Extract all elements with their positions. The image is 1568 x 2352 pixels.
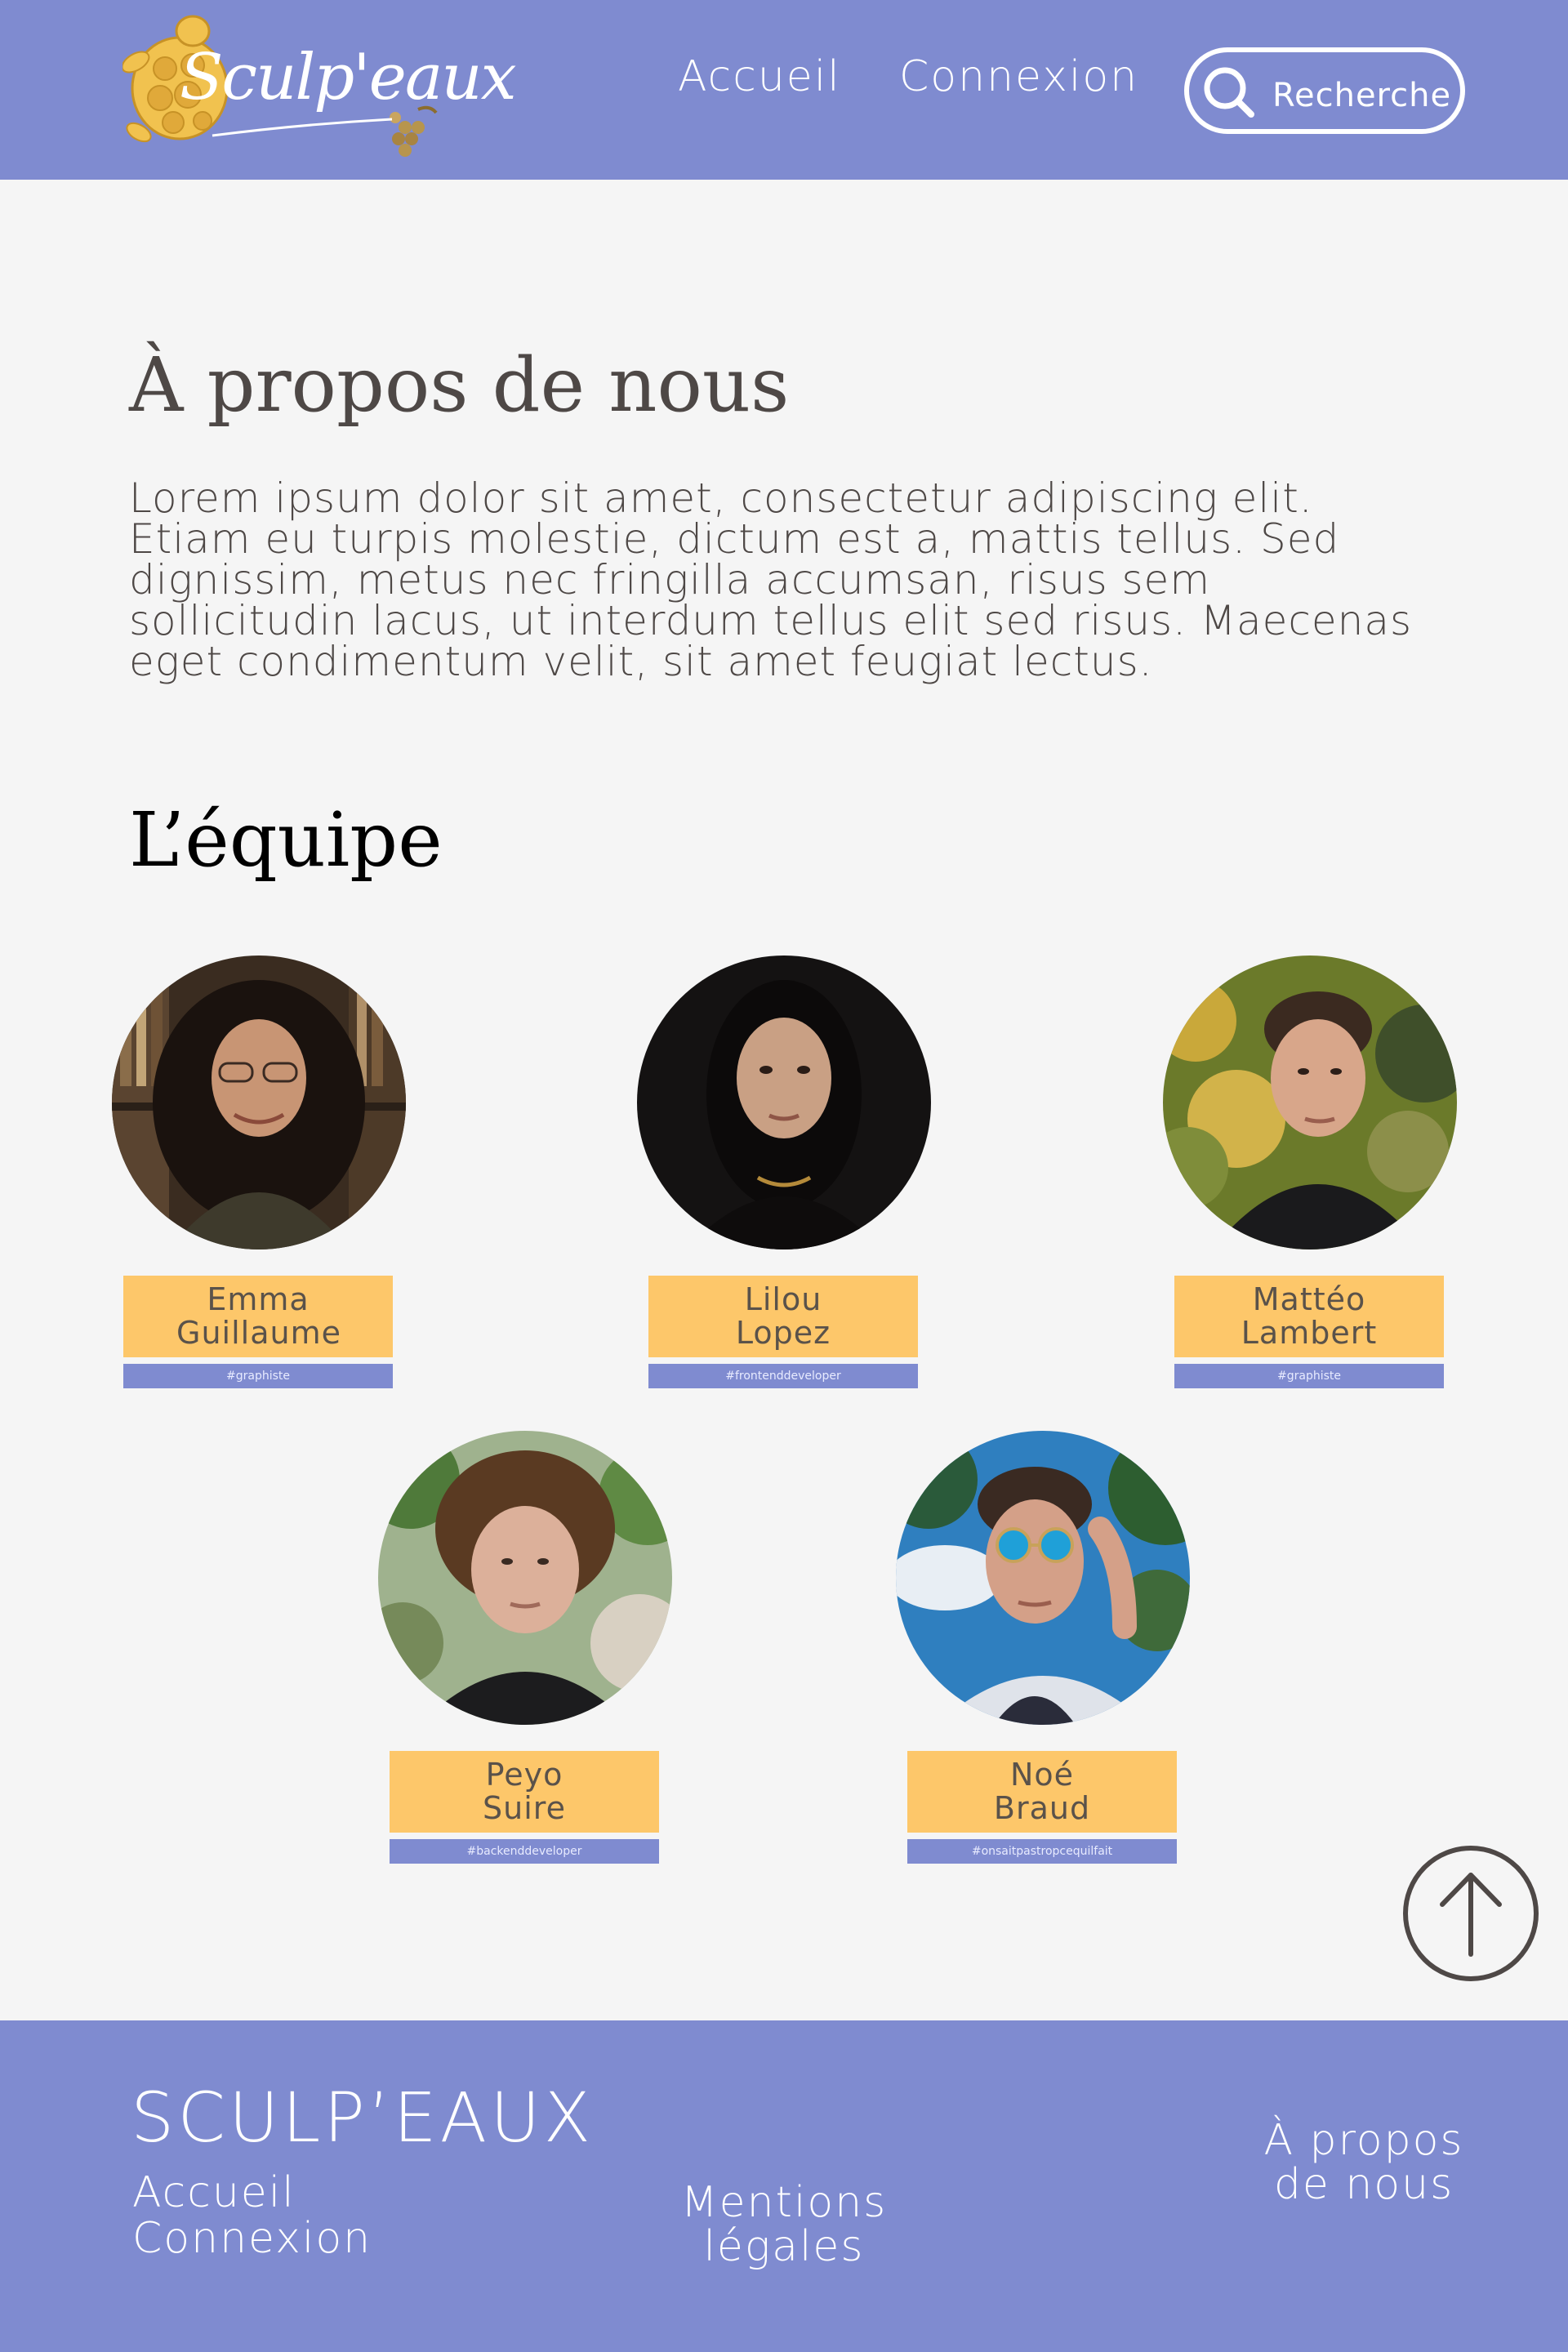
search-placeholder: Recherche (1272, 77, 1452, 114)
search-icon (1204, 67, 1254, 118)
tag-box-lilou: #frontenddeveloper (648, 1364, 918, 1388)
avatar-peyo (378, 1431, 672, 1725)
name-box-peyo: Peyo Suire (390, 1751, 659, 1833)
team-member-noe: Noé Braud #onsaitpastropcequilfait (896, 1431, 1190, 1904)
member-tag: #backenddeveloper (466, 1845, 582, 1858)
footer-link-connexion[interactable]: Connexion (132, 2216, 372, 2261)
avatar-matteo (1163, 956, 1457, 1250)
member-tag: #frontenddeveloper (725, 1370, 841, 1383)
tag-box-peyo: #backenddeveloper (390, 1839, 659, 1864)
site-logo[interactable]: Sculp'eaux (122, 13, 517, 170)
search-input[interactable]: Recherche (1184, 47, 1465, 134)
logo-text: Sculp'eaux (180, 41, 517, 114)
team-member-peyo: Peyo Suire #backenddeveloper (378, 1431, 672, 1904)
about-text: Lorem ipsum dolor sit amet, consectetur … (129, 474, 1413, 685)
name-box-matteo: Mattéo Lambert (1174, 1276, 1444, 1357)
member-name: Lilou Lopez (735, 1281, 831, 1351)
member-name: Peyo Suire (483, 1757, 566, 1826)
arrow-up-icon (1403, 1846, 1539, 1981)
nav-accueil[interactable]: Accueil (678, 52, 841, 101)
tag-box-noe: #onsaitpastropcequilfait (907, 1839, 1177, 1864)
site-footer: SCULP’EAUX Accueil Connexion Mentions lé… (0, 2020, 1568, 2352)
footer-brand: SCULP’EAUX (131, 2078, 595, 2158)
tag-box-matteo: #graphiste (1174, 1364, 1444, 1388)
footer-link-apropos[interactable]: À propos de nous (1241, 2118, 1486, 2207)
footer-link-mentions[interactable]: Mentions légales (653, 2180, 915, 2269)
member-name: Emma Guillaume (176, 1281, 341, 1351)
site-header: Sculp'eaux Accueil Connexion Recherche (0, 0, 1568, 180)
avatar-noe (896, 1431, 1190, 1725)
name-box-lilou: Lilou Lopez (648, 1276, 918, 1357)
member-name: Noé Braud (993, 1757, 1091, 1826)
team-member-matteo: Mattéo Lambert #graphiste (1163, 956, 1457, 1429)
avatar-emma (112, 956, 406, 1250)
member-name: Mattéo Lambert (1241, 1281, 1378, 1351)
member-tag: #graphiste (226, 1370, 290, 1383)
footer-link-accueil[interactable]: Accueil (132, 2171, 296, 2215)
member-tag: #onsaitpastropcequilfait (971, 1845, 1113, 1858)
tag-box-emma: #graphiste (123, 1364, 393, 1388)
name-box-noe: Noé Braud (907, 1751, 1177, 1833)
avatar-lilou (637, 956, 931, 1250)
nav-connexion[interactable]: Connexion (899, 52, 1138, 101)
team-member-emma: Emma Guillaume #graphiste (112, 956, 406, 1429)
about-title: À propos de nous (129, 341, 790, 429)
back-to-top-button[interactable] (1401, 1844, 1540, 1983)
team-member-lilou: Lilou Lopez #frontenddeveloper (637, 956, 931, 1429)
member-tag: #graphiste (1277, 1370, 1341, 1383)
name-box-emma: Emma Guillaume (123, 1276, 393, 1357)
team-title: L’équipe (129, 796, 443, 884)
